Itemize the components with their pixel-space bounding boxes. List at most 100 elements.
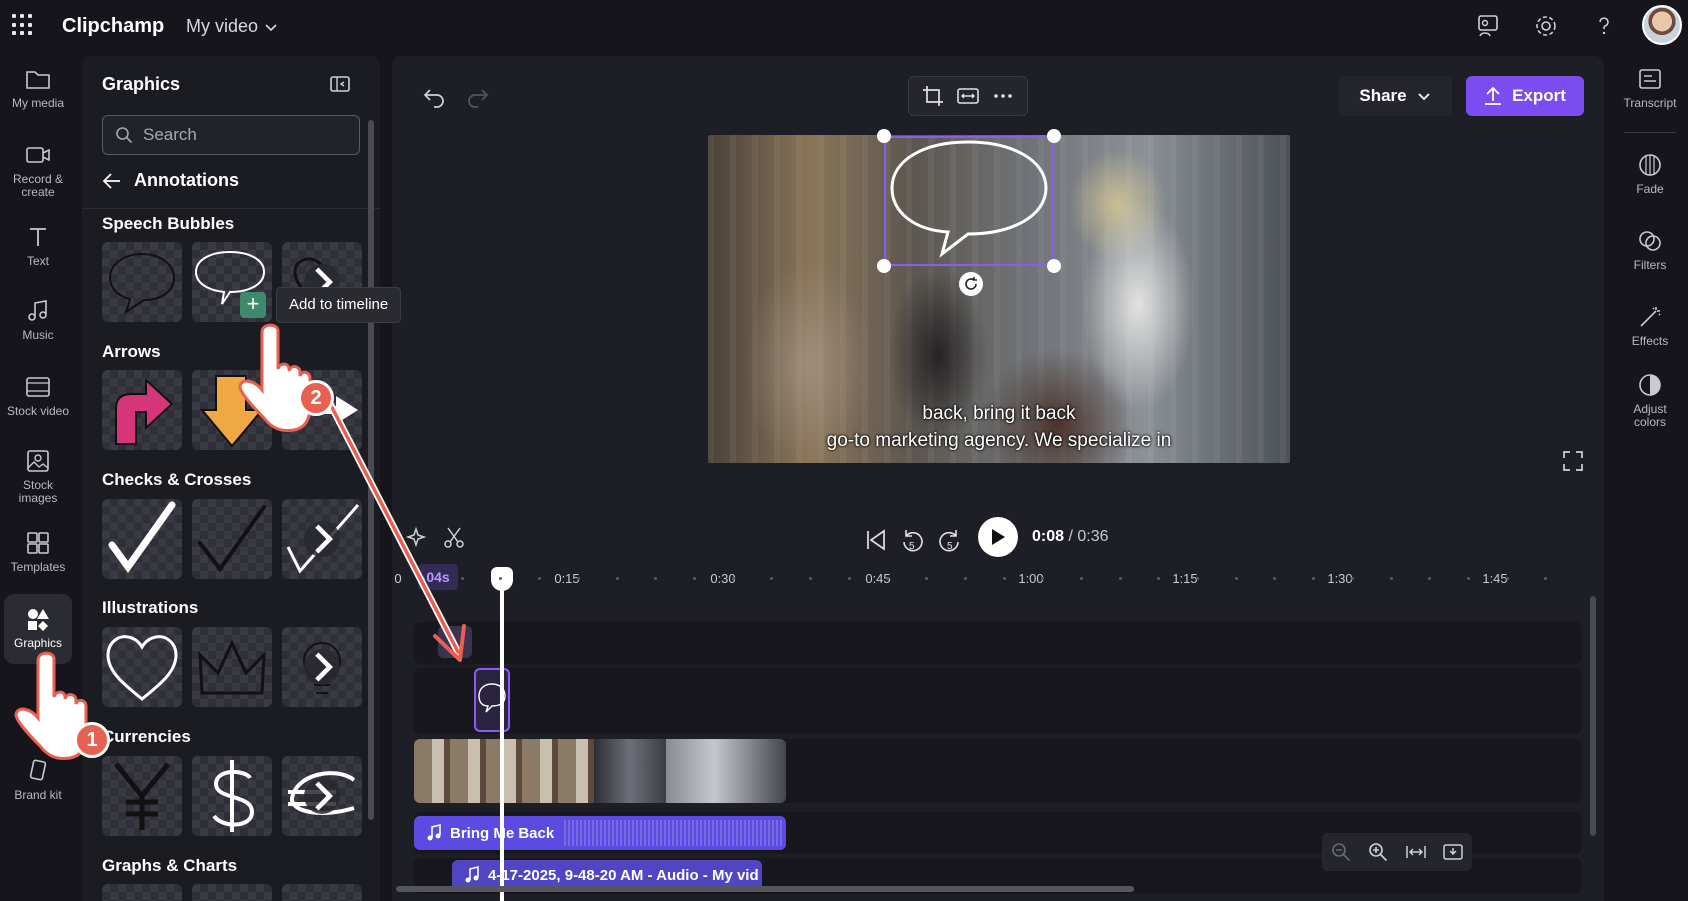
help-icon[interactable] (1590, 12, 1618, 40)
selection-box[interactable] (884, 136, 1054, 266)
adjust-colors-icon (1639, 374, 1661, 396)
more-checks-button[interactable] (304, 521, 340, 557)
caption-clip[interactable] (438, 626, 472, 658)
panel-scrollbar[interactable] (368, 120, 374, 820)
text-track[interactable] (414, 622, 1582, 664)
zoom-out-icon[interactable] (1330, 841, 1352, 863)
rail-item-filters[interactable]: Filters (1616, 228, 1684, 272)
fullscreen-icon[interactable] (1562, 450, 1584, 472)
timeline-vertical-scrollbar[interactable] (1590, 596, 1596, 836)
sticker-chart-1[interactable] (102, 884, 182, 901)
rail-item-fade[interactable]: Fade (1616, 152, 1684, 196)
sticker-euro[interactable] (282, 756, 362, 836)
sticker-check-3[interactable] (282, 499, 362, 579)
text-icon (30, 228, 46, 246)
zoom-in-icon[interactable] (1367, 841, 1389, 863)
search-field[interactable] (102, 115, 360, 155)
fit-icon[interactable] (956, 84, 980, 108)
video-thumb-1 (414, 739, 594, 803)
back-to-annotations[interactable]: Annotations (102, 170, 239, 191)
rail-item-transcript[interactable]: Transcript (1616, 66, 1684, 110)
play-button[interactable] (978, 517, 1018, 557)
current-time: 0:08 (1032, 528, 1065, 545)
video-thumb-2 (594, 739, 666, 803)
export-button[interactable]: Export (1466, 76, 1584, 116)
sticker-chart-3[interactable] (282, 884, 362, 901)
forward-seconds: 5 (947, 541, 953, 552)
panel-title: Graphics (102, 74, 181, 94)
resize-handle-top-right[interactable] (1047, 129, 1061, 143)
section-title-speech-bubbles: Speech Bubbles (102, 214, 235, 233)
sticker-dollar[interactable] (192, 756, 272, 836)
rotate-handle[interactable] (959, 272, 983, 296)
collapse-panel-icon[interactable] (328, 72, 352, 96)
rail-item-adjust-colors[interactable]: Adjust colors (1616, 372, 1684, 429)
gear-icon[interactable] (1532, 12, 1560, 40)
magic-icon[interactable] (406, 526, 430, 550)
timeline-horizontal-scrollbar[interactable] (396, 886, 1134, 892)
feedback-icon[interactable] (1474, 12, 1502, 40)
more-currencies-button[interactable] (304, 778, 340, 814)
crown-icon (198, 639, 266, 695)
search-input[interactable] (143, 125, 343, 145)
rail-item-effects[interactable]: Effects (1616, 304, 1684, 348)
time-display: 0:08 / 0:36 (1032, 528, 1109, 546)
rail-item-stock-images[interactable]: Stock images (4, 448, 72, 505)
expand-timeline-icon[interactable] (1442, 841, 1464, 863)
forward-5-icon[interactable]: 5 (936, 526, 964, 554)
rail-item-record-create[interactable]: Record & create (4, 142, 72, 199)
ruler-tick: 0:15 (554, 571, 580, 586)
more-options-icon[interactable] (991, 84, 1015, 108)
add-to-timeline-button[interactable]: + (240, 292, 266, 318)
context-toolbar (908, 76, 1028, 116)
playhead-handle[interactable] (491, 567, 513, 591)
share-button[interactable]: Share (1338, 76, 1452, 116)
rail-item-text[interactable]: Text (4, 224, 72, 268)
music-icon (28, 300, 47, 321)
sticker-heart[interactable] (102, 627, 182, 707)
sticker-speech-bubble-1[interactable] (102, 242, 182, 322)
sticker-arrow-1[interactable] (102, 370, 182, 450)
scissors-icon[interactable] (442, 526, 466, 550)
fit-timeline-icon[interactable] (1405, 841, 1427, 863)
redo-icon[interactable] (464, 84, 490, 110)
sticker-check-1[interactable] (102, 499, 182, 579)
avatar[interactable] (1642, 5, 1682, 45)
video-clip[interactable] (414, 739, 786, 803)
speech-bubble-clip[interactable] (474, 668, 510, 732)
search-icon (116, 127, 133, 144)
rail-item-music[interactable]: Music (4, 298, 72, 342)
ruler-tick: 1:30 (1327, 571, 1353, 586)
rail-item-templates[interactable]: Templates (4, 530, 72, 574)
skip-to-start-icon[interactable] (862, 526, 890, 554)
playhead[interactable] (500, 588, 504, 901)
app-launcher-icon[interactable] (12, 14, 34, 36)
undo-icon[interactable] (422, 84, 448, 110)
section-title-illustrations: Illustrations (102, 598, 199, 617)
rail-item-brand-kit[interactable]: Brand kit (4, 758, 72, 802)
rewind-5-icon[interactable]: 5 (898, 526, 926, 554)
audio-clip-bring-me-back[interactable]: Bring Me Back (414, 816, 786, 850)
rail-item-my-media[interactable]: My media (4, 66, 72, 110)
sticker-yen[interactable] (102, 756, 182, 836)
resize-handle-bottom-right[interactable] (1047, 259, 1061, 273)
sticker-arrow-2[interactable] (192, 370, 272, 450)
chevron-right-icon (315, 652, 333, 682)
project-name-dropdown[interactable]: My video (186, 16, 278, 37)
crop-icon[interactable] (921, 84, 945, 108)
sticker-crown[interactable] (192, 627, 272, 707)
music-note-icon (465, 866, 479, 883)
more-illustrations-button[interactable] (304, 649, 340, 685)
resize-handle-bottom-left[interactable] (877, 259, 891, 273)
ruler-dot (654, 577, 658, 580)
ruler-tick: 0 (394, 571, 402, 586)
top-bar: Clipchamp My video (0, 0, 1688, 52)
rail-item-stock-video[interactable]: Stock video (4, 374, 72, 418)
sticker-chart-2[interactable] (192, 884, 272, 901)
divider (1624, 132, 1676, 133)
sticker-lightbulb[interactable] (282, 627, 362, 707)
resize-handle-top-left[interactable] (877, 129, 891, 143)
sticker-check-2[interactable] (192, 499, 272, 579)
rail-item-graphics[interactable]: Graphics (4, 594, 72, 664)
sticker-track[interactable] (414, 668, 1582, 734)
